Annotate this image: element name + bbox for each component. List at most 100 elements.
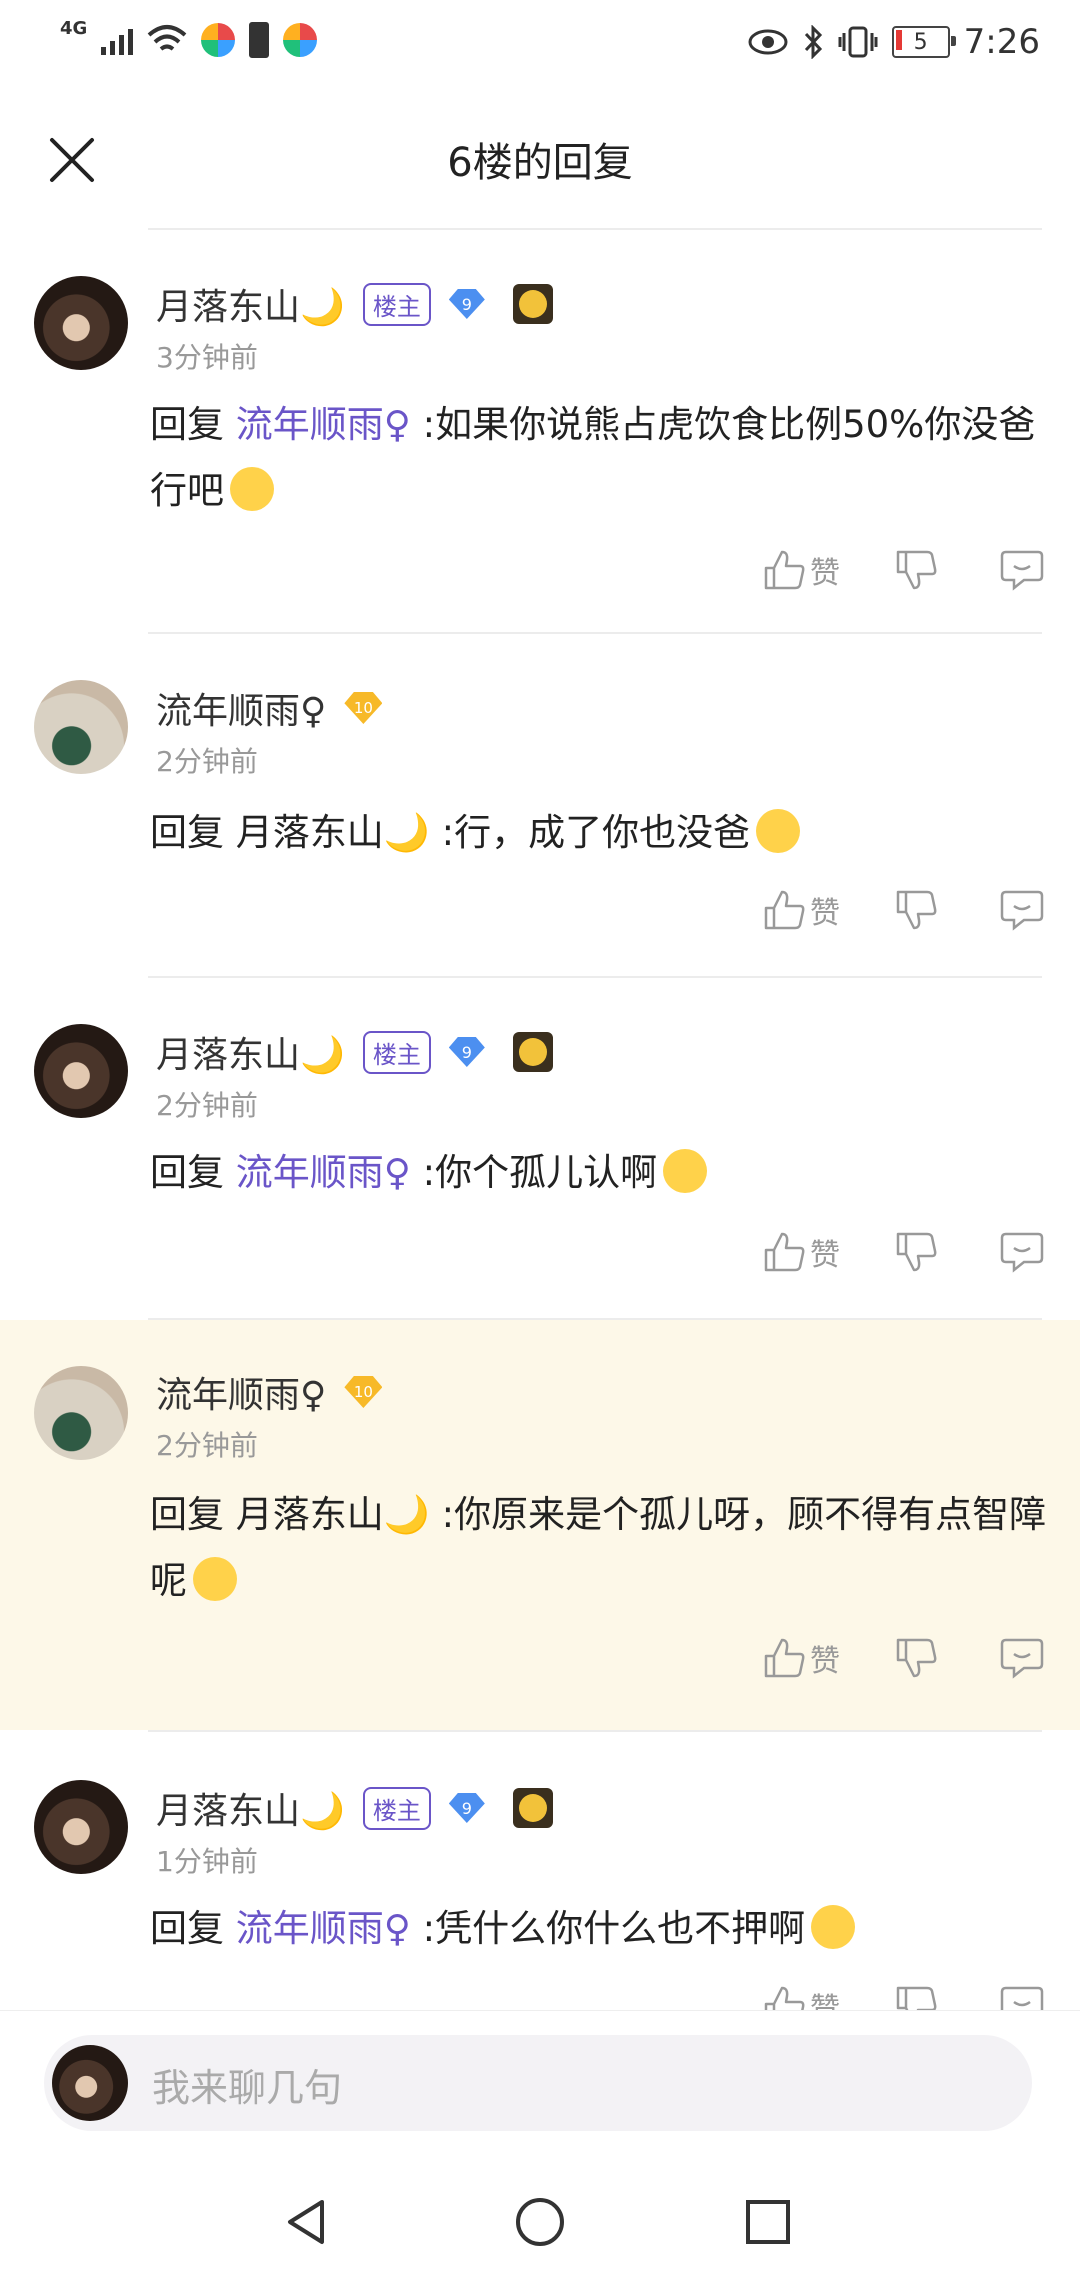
level-badge: 10	[344, 692, 383, 724]
avatar[interactable]	[34, 1366, 128, 1460]
emoji-icon	[663, 1149, 708, 1193]
eye-icon	[748, 29, 788, 55]
medal-icon	[512, 1032, 553, 1072]
mention-link[interactable]: 流年顺雨♀	[236, 1907, 411, 1950]
comment-actions: 赞	[762, 548, 1044, 592]
comment-item-highlighted: 流年顺雨♀ 10 2分钟前 回复 月落东山🌙 :你原来是个孤儿呀，顾不得有点智障…	[0, 1320, 1080, 1730]
comment-icon	[1000, 890, 1044, 931]
username[interactable]: 月落东山🌙	[156, 1026, 345, 1078]
medal-icon	[512, 1788, 553, 1828]
status-bar: 4G 5 7:26	[0, 0, 1080, 92]
reply-body: :你个孤儿认啊	[422, 1151, 658, 1194]
like-button[interactable]: 赞	[762, 1230, 840, 1274]
user-info: 月落东山🌙 楼主 9	[156, 1782, 553, 1834]
like-label: 赞	[810, 556, 840, 591]
reply-body: :凭什么你什么也不押啊	[422, 1907, 806, 1950]
username[interactable]: 流年顺雨♀	[156, 682, 326, 734]
reply-button[interactable]	[1000, 1984, 1044, 2010]
avatar[interactable]	[34, 680, 128, 774]
reply-prefix: 回复	[150, 1151, 224, 1194]
divider	[148, 228, 1042, 230]
dislike-button[interactable]	[894, 888, 938, 932]
comment-icon	[1000, 550, 1044, 591]
username[interactable]: 月落东山🌙	[156, 1782, 345, 1834]
dislike-button[interactable]	[894, 1984, 938, 2010]
comment-text: 回复 流年顺雨♀ :凭什么你什么也不押啊	[150, 1896, 1050, 1962]
thumb-down-icon	[896, 1232, 937, 1272]
dislike-button[interactable]	[894, 1230, 938, 1274]
user-info: 流年顺雨♀ 10	[156, 1366, 383, 1418]
emoji-icon	[811, 1905, 856, 1949]
comment-input-placeholder[interactable]: 我来聊几句	[152, 2057, 342, 2112]
like-label: 赞	[810, 1238, 840, 1273]
vibrate-icon	[838, 26, 878, 58]
signal-icon	[101, 25, 134, 55]
reply-body: :行，成了你也没爸	[441, 811, 751, 854]
battery-level: 5	[913, 29, 928, 55]
like-button[interactable]: 赞	[762, 1984, 840, 2010]
emoji-icon	[756, 809, 801, 853]
timestamp: 2分钟前	[156, 1089, 258, 1122]
comment-input-bar: 我来聊几句	[0, 2010, 1080, 2161]
comment-text: 回复 流年顺雨♀ :你个孤儿认啊	[150, 1140, 1050, 1206]
comment-icon	[1000, 1232, 1044, 1273]
page-title: 6楼的回复	[447, 140, 633, 186]
avatar[interactable]	[34, 1780, 128, 1874]
emoji-icon	[230, 467, 274, 511]
level-badge: 9	[448, 1037, 485, 1067]
comment-actions: 赞	[762, 888, 1044, 932]
comment-text: 回复 月落东山🌙 :你原来是个孤儿呀，顾不得有点智障呢	[150, 1482, 1050, 1614]
app-notification-icon	[283, 23, 318, 57]
like-button[interactable]: 赞	[762, 888, 840, 932]
dislike-button[interactable]	[894, 1636, 938, 1680]
mention-link[interactable]: 流年顺雨♀	[236, 403, 411, 446]
divider	[148, 632, 1042, 634]
back-icon	[288, 2200, 324, 2244]
comment-item: 月落东山🌙 楼主 9 1分钟前 回复 流年顺雨♀ :凭什么你什么也不押啊 赞	[0, 1732, 1080, 2010]
comment-item: 流年顺雨♀ 10 2分钟前 回复 月落东山🌙 :行，成了你也没爸 赞	[0, 636, 1080, 978]
reply-button[interactable]	[1000, 1636, 1044, 1680]
like-label: 赞	[810, 1644, 840, 1679]
thumb-down-icon	[896, 1638, 937, 1678]
comment-actions: 赞	[762, 1636, 1044, 1680]
recents-button[interactable]	[736, 2190, 800, 2254]
thumb-up-icon	[764, 890, 805, 930]
user-info: 月落东山🌙 楼主 9	[156, 1026, 553, 1078]
comment-icon	[1000, 1638, 1044, 1679]
owner-badge: 楼主	[362, 1030, 431, 1074]
username[interactable]: 月落东山🌙	[156, 278, 345, 330]
username[interactable]: 流年顺雨♀	[156, 1366, 326, 1418]
app-notification-icon	[201, 23, 236, 57]
clock: 7:26	[963, 22, 1040, 62]
battery-icon: 5	[891, 26, 956, 58]
back-button[interactable]	[276, 2190, 340, 2254]
dislike-button[interactable]	[894, 548, 938, 592]
reply-button[interactable]	[1000, 548, 1044, 592]
avatar[interactable]	[34, 1024, 128, 1118]
mention-link[interactable]: 月落东山🌙	[236, 811, 430, 854]
thumb-up-icon	[764, 550, 805, 590]
like-label: 赞	[810, 1992, 840, 2010]
avatar	[52, 2045, 128, 2121]
owner-badge: 楼主	[362, 1786, 431, 1830]
reply-button[interactable]	[1000, 888, 1044, 932]
like-button[interactable]: 赞	[762, 548, 840, 592]
comment-item: 月落东山🌙 楼主 9 2分钟前 回复 流年顺雨♀ :你个孤儿认啊 赞	[0, 976, 1080, 1320]
home-button[interactable]	[508, 2190, 572, 2254]
battery-alert-icon	[249, 22, 270, 58]
timestamp: 1分钟前	[156, 1845, 258, 1878]
recents-icon	[746, 2200, 790, 2244]
like-button[interactable]: 赞	[762, 1636, 840, 1680]
home-icon	[516, 2198, 564, 2246]
user-info: 月落东山🌙 楼主 9	[156, 278, 553, 330]
reply-prefix: 回复	[150, 811, 224, 854]
timestamp: 3分钟前	[156, 341, 258, 374]
level-badge: 10	[344, 1376, 383, 1408]
thumb-up-icon	[764, 1638, 805, 1678]
avatar[interactable]	[34, 276, 128, 370]
mention-link[interactable]: 流年顺雨♀	[236, 1151, 411, 1194]
reply-button[interactable]	[1000, 1230, 1044, 1274]
mention-link[interactable]: 月落东山🌙	[236, 1493, 430, 1536]
like-label: 赞	[810, 896, 840, 931]
comment-icon	[1000, 1986, 1044, 2010]
